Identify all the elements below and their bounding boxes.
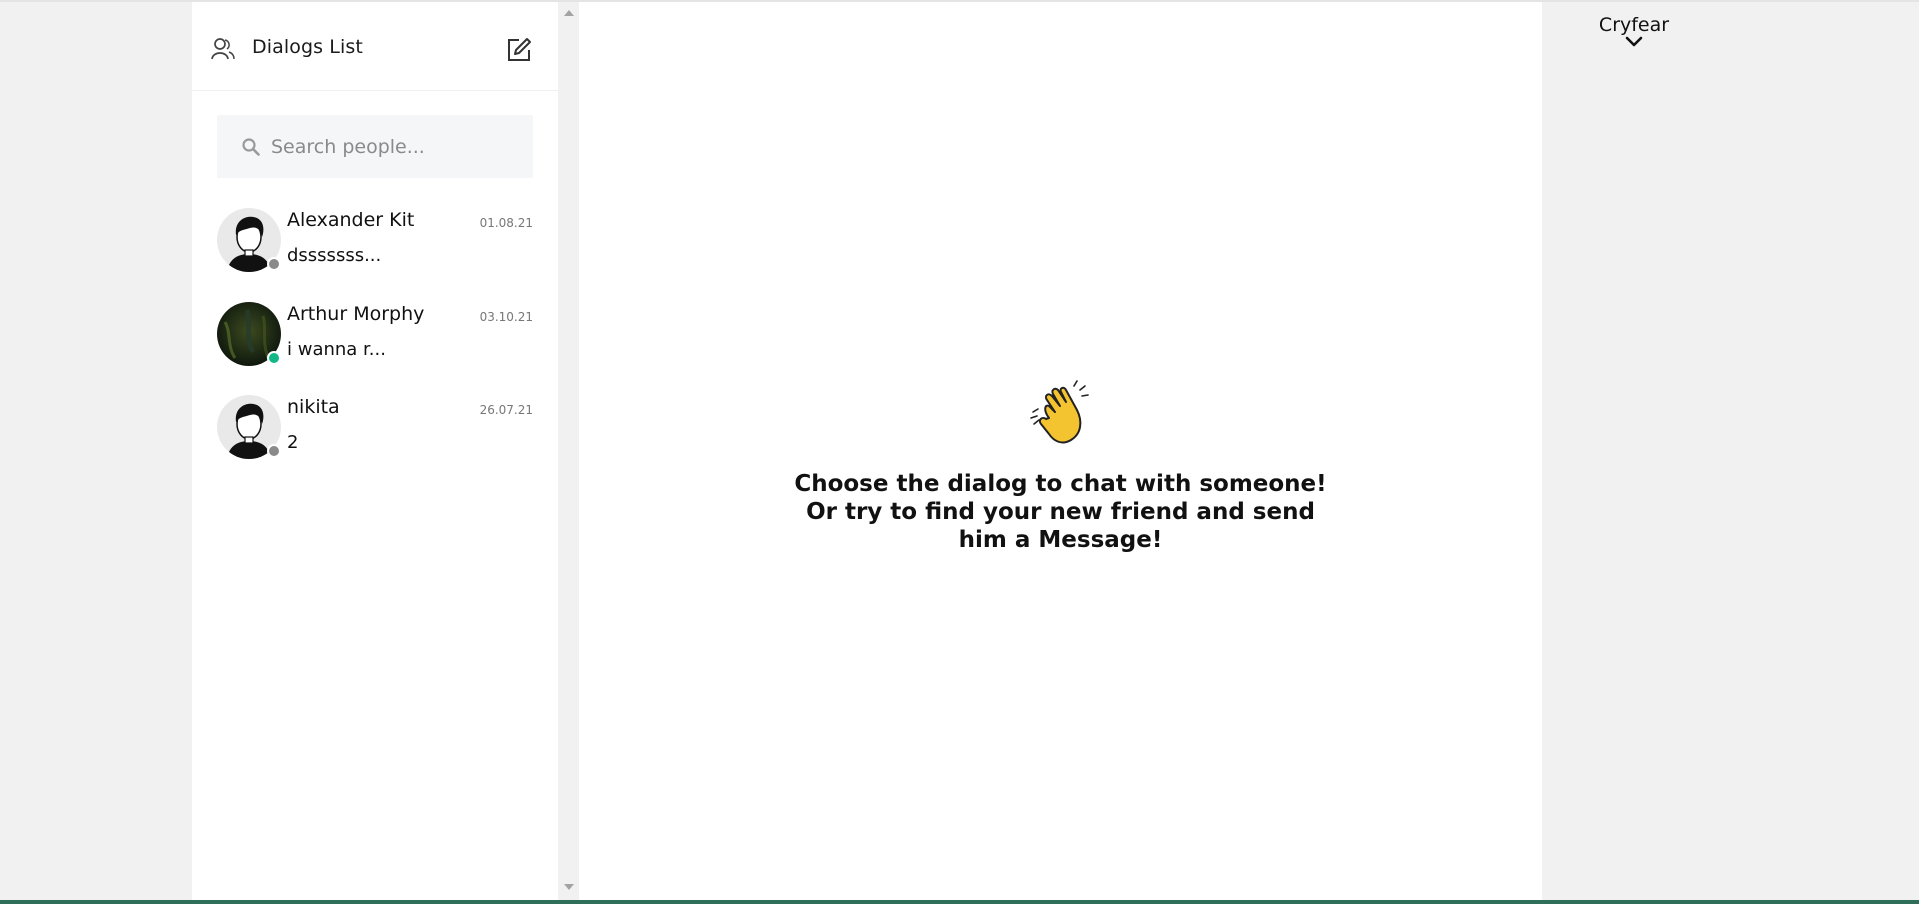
waving-hand-icon — [1030, 380, 1089, 444]
scroll-down-arrow-icon[interactable] — [564, 884, 574, 890]
chat-area: Choose the dialog to chat with someone! … — [579, 2, 1542, 900]
users-icon — [211, 38, 235, 60]
dialog-preview: i wanna r... — [287, 339, 386, 360]
current-user-name: Cryfear — [1598, 14, 1670, 36]
offline-status-indicator — [267, 257, 281, 271]
empty-state-message: Choose the dialog to chat with someone! … — [794, 471, 1327, 553]
dialog-date: 01.08.21 — [479, 216, 533, 230]
sidebar-header: Dialogs List — [192, 2, 558, 91]
compose-button[interactable] — [505, 36, 533, 64]
search-icon — [242, 138, 260, 156]
dialog-date: 26.07.21 — [479, 403, 533, 417]
avatar — [217, 208, 281, 272]
dialog-name: Alexander Kit — [287, 209, 415, 231]
scroll-up-arrow-icon[interactable] — [564, 10, 574, 16]
user-menu[interactable]: Cryfear — [1580, 14, 1688, 48]
dialogs-sidebar: Dialogs List Alexander Kit 01.08.21 dsss… — [192, 2, 558, 900]
avatar — [217, 302, 281, 366]
chevron-down-icon[interactable] — [1625, 36, 1643, 48]
dialog-preview: dsssssss... — [287, 245, 382, 266]
search-input[interactable] — [271, 115, 521, 178]
offline-status-indicator — [267, 444, 281, 458]
dialog-item[interactable]: Arthur Morphy 03.10.21 i wanna r... — [217, 302, 533, 372]
dialog-item[interactable]: nikita 26.07.21 2 — [217, 395, 533, 465]
sidebar-scrollbar[interactable] — [558, 2, 579, 900]
dialog-name: nikita — [287, 396, 340, 418]
bottom-border — [0, 900, 1919, 904]
dialog-item[interactable]: Alexander Kit 01.08.21 dsssssss... — [217, 208, 533, 278]
avatar — [217, 395, 281, 459]
dialog-preview: 2 — [287, 432, 299, 453]
sidebar-title: Dialogs List — [252, 36, 363, 58]
online-status-indicator — [267, 351, 281, 365]
dialog-date: 03.10.21 — [479, 310, 533, 324]
search-box[interactable] — [217, 115, 533, 178]
dialog-name: Arthur Morphy — [287, 303, 425, 325]
